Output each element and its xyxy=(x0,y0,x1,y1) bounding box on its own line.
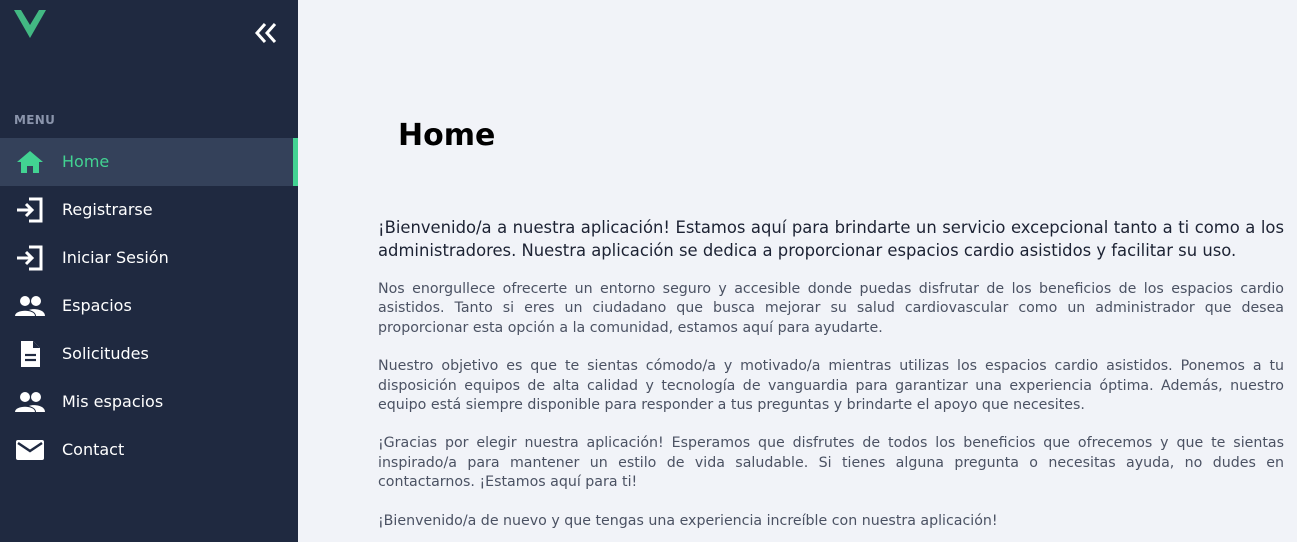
body-paragraph: Nuestro objetivo es que te sientas cómod… xyxy=(378,358,1284,414)
body-paragraph: ¡Bienvenido/a de nuevo y que tengas una … xyxy=(378,512,998,529)
sidebar-nav: Home Registrarse Iniciar Sesión Espacios… xyxy=(0,138,298,474)
sidebar-item-iniciar-sesion[interactable]: Iniciar Sesión xyxy=(0,234,298,282)
menu-heading: MENU xyxy=(14,113,56,127)
people-icon xyxy=(14,388,46,416)
sidebar-item-label: Espacios xyxy=(62,296,132,315)
sidebar-item-label: Solicitudes xyxy=(62,344,149,363)
sidebar: MENU Home Registrarse Iniciar Sesión Esp… xyxy=(0,0,298,542)
mail-icon xyxy=(14,436,46,464)
sidebar-item-label: Iniciar Sesión xyxy=(62,248,169,267)
welcome-text: ¡Bienvenido/a a nuestra aplicación! Esta… xyxy=(378,216,1284,542)
body-paragraph: ¡Gracias por elegir nuestra aplicación! … xyxy=(378,435,1284,491)
login-icon xyxy=(14,244,46,272)
sidebar-item-home[interactable]: Home xyxy=(0,138,298,186)
home-icon xyxy=(14,148,46,176)
vue-logo-icon[interactable] xyxy=(14,10,46,40)
sidebar-item-espacios[interactable]: Espacios xyxy=(0,282,298,330)
sidebar-item-label: Registrarse xyxy=(62,200,153,219)
sidebar-item-solicitudes[interactable]: Solicitudes xyxy=(0,330,298,378)
sidebar-item-label: Contact xyxy=(62,440,125,459)
intro-paragraph: ¡Bienvenido/a a nuestra aplicación! Esta… xyxy=(378,218,1284,260)
sidebar-item-contact[interactable]: Contact xyxy=(0,426,298,474)
app-root: MENU Home Registrarse Iniciar Sesión Esp… xyxy=(0,0,1297,542)
double-chevron-left-icon xyxy=(254,23,277,43)
sidebar-item-mis-espacios[interactable]: Mis espacios xyxy=(0,378,298,426)
collapse-sidebar-button[interactable] xyxy=(252,20,280,46)
page-title: Home xyxy=(398,118,496,153)
body-paragraph: Nos enorgullece ofrecerte un entorno seg… xyxy=(378,281,1284,336)
sidebar-item-label: Home xyxy=(62,152,110,171)
people-icon xyxy=(14,292,46,320)
sidebar-item-label: Mis espacios xyxy=(62,392,164,411)
login-icon xyxy=(14,196,46,224)
sidebar-item-registrarse[interactable]: Registrarse xyxy=(0,186,298,234)
document-icon xyxy=(14,340,46,368)
main-content: Home ¡Bienvenido/a a nuestra aplicación!… xyxy=(298,0,1297,542)
